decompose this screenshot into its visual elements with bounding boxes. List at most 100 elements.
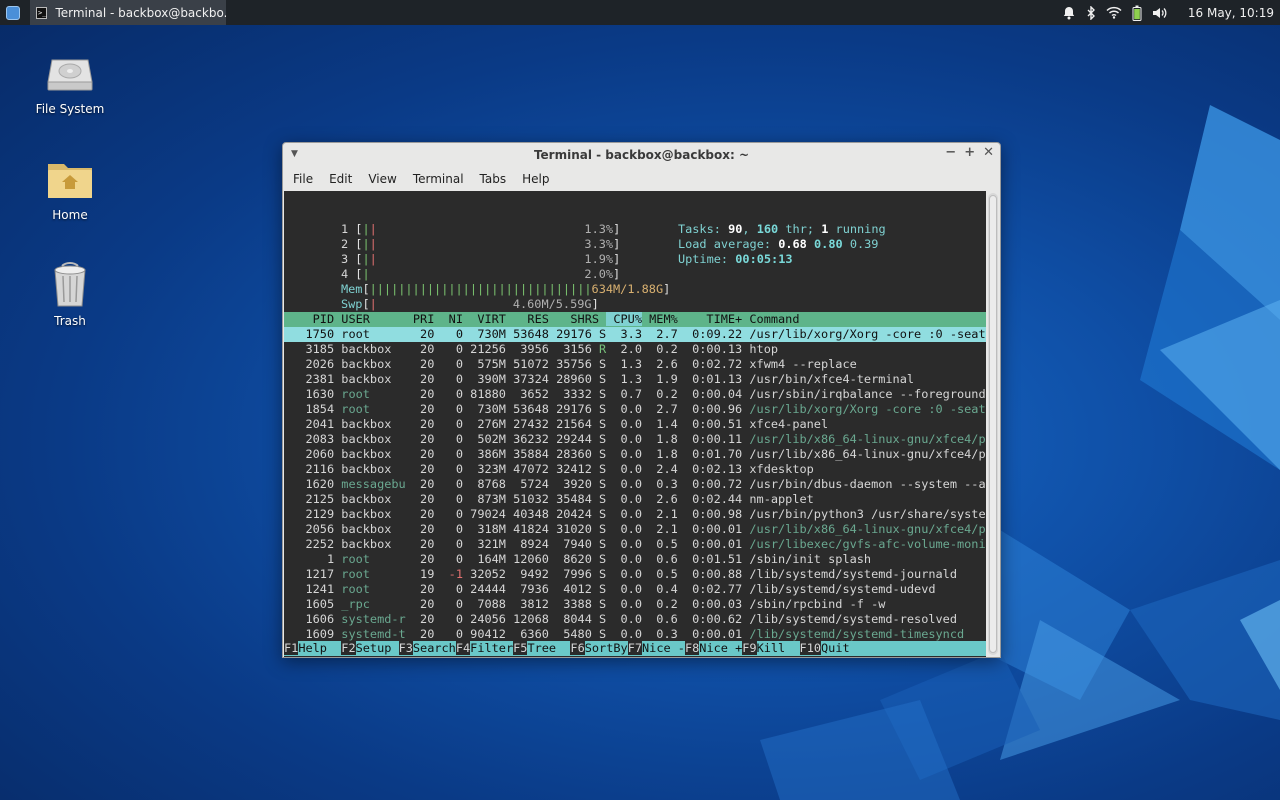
fkey-f9[interactable]: F9 [742,641,757,655]
column-header-time[interactable]: TIME+ [678,312,742,326]
column-header-mem[interactable]: MEM% [642,312,678,326]
maximize-icon[interactable]: + [964,145,975,160]
fkey-label[interactable]: Tree [527,641,570,655]
column-header-pri[interactable]: PRI [406,312,434,326]
memory-meter: Mem[|||||||||||||||||||||||||||||||634M/… [340,282,671,296]
process-row[interactable]: 1606 systemd-r 20 0 24056 12068 8044 S 0… [284,612,986,627]
cpu-meter: 2 [|| 3.3%] [340,237,621,251]
process-row[interactable]: 1620 messagebu 20 0 8768 5724 3920 S 0.0… [284,477,986,492]
trash-icon [54,262,86,307]
wifi-icon[interactable] [1106,6,1122,19]
desktop-icon-trash[interactable]: Trash [20,262,120,328]
fkey-f7[interactable]: F7 [627,641,643,655]
clock[interactable]: 16 May, 10:19 [1188,6,1274,20]
process-row[interactable]: 3185 backbox 20 0 21256 3956 3156 R 2.0 … [284,342,986,357]
fkey-f1[interactable]: F1 [284,641,299,655]
fkey-label[interactable]: Filter [470,641,513,655]
fkey-label[interactable]: Kill [757,641,800,655]
terminal-window: ▼ Terminal - backbox@backbox: ~ − + ✕ Fi… [282,142,1001,658]
fkey-f5[interactable]: F5 [513,641,528,655]
process-row[interactable]: 1605 _rpc 20 0 7088 3812 3388 S 0.0 0.2 … [284,597,986,612]
notification-icon[interactable] [1062,6,1076,20]
process-row[interactable]: 2056 backbox 20 0 318M 41824 31020 S 0.0… [284,522,986,537]
home-folder-icon [48,164,92,198]
column-header-virt[interactable]: VIRT [463,312,506,326]
fkey-label[interactable]: Help [298,641,341,655]
process-row[interactable]: 1609 systemd-t 20 0 90412 6360 5480 S 0.… [284,627,986,642]
menu-file[interactable]: File [285,172,321,186]
desktop-icon-label: Home [52,208,88,222]
uptime: Uptime: 00:05:13 [677,252,793,266]
process-row[interactable]: 2381 backbox 20 0 390M 37324 28960 S 1.3… [284,372,986,387]
fkey-label[interactable]: Nice + [699,641,742,655]
column-header-res[interactable]: RES [506,312,548,326]
fkey-label[interactable]: SortBy [585,641,628,655]
process-row[interactable]: 1630 root 20 0 81880 3652 3332 S 0.7 0.2… [284,387,986,402]
minimize-icon[interactable]: − [945,145,956,160]
applications-menu-icon[interactable] [6,5,20,20]
menu-tabs[interactable]: Tabs [472,172,515,186]
bluetooth-icon[interactable] [1086,5,1096,20]
process-row[interactable]: 2252 backbox 20 0 321M 8924 7940 S 0.0 0… [284,537,986,552]
fkey-f2[interactable]: F2 [341,641,356,655]
column-header-s[interactable]: S [592,312,606,326]
scrollbar[interactable] [988,193,998,655]
top-panel: >_ Terminal - backbox@backbo... 16 May, … [0,0,1280,25]
window-titlebar[interactable]: ▼ Terminal - backbox@backbox: ~ − + ✕ [283,143,1000,167]
process-row[interactable]: 1241 root 20 0 24444 7936 4012 S 0.0 0.4… [284,582,986,597]
scrollbar-thumb[interactable] [989,195,997,653]
terminal-icon: >_ [36,6,48,19]
window-title: Terminal - backbox@backbox: ~ [533,148,750,162]
process-row[interactable]: 2060 backbox 20 0 386M 35884 28360 S 0.0… [284,447,986,462]
column-header-shr[interactable]: SHR [549,312,591,326]
desktop-icon-home[interactable]: Home [20,158,120,222]
column-header-pid[interactable]: PID [284,312,335,326]
process-row[interactable]: 2026 backbox 20 0 575M 51072 35756 S 1.3… [284,357,986,372]
tasks-summary: Tasks: 90, 160 thr; 1 running [677,222,886,236]
taskbar-terminal-button[interactable]: >_ Terminal - backbox@backbo... [30,0,226,25]
window-menu-icon[interactable]: ▼ [291,149,298,159]
fkey-f3[interactable]: F3 [398,641,413,655]
menu-terminal[interactable]: Terminal [405,172,472,186]
fkey-f4[interactable]: F4 [455,641,471,655]
fkey-f10[interactable]: F10 [799,641,822,655]
process-row[interactable]: 2041 backbox 20 0 276M 27432 21564 S 0.0… [284,417,986,432]
close-icon[interactable]: ✕ [983,145,994,160]
terminal-area[interactable]: 1 [|| 1.3%] 2 [|| 3.3%] 3 [|| 1.9%] 4 [| [284,191,986,657]
fkey-label[interactable]: Search [413,641,456,655]
column-header-command[interactable]: Command [742,312,799,326]
column-header-cpu[interactable]: CPU% [606,312,642,326]
menu-help[interactable]: Help [514,172,557,186]
menu-view[interactable]: View [360,172,404,186]
desktop-icon-file-system[interactable]: File System [20,52,120,116]
battery-icon[interactable] [1132,5,1142,21]
process-row[interactable]: 2083 backbox 20 0 502M 36232 29244 S 0.0… [284,432,986,447]
desktop-icon-label: File System [35,102,105,116]
cpu-meter: 4 [| 2.0%] [340,267,621,281]
process-row[interactable]: 1217 root 19 -1 32052 9492 7996 S 0.0 0.… [284,567,986,582]
column-header-ni[interactable]: NI [434,312,463,326]
process-row[interactable]: 1750 root 20 0 730M 53648 29176 S 3.3 2.… [284,327,986,342]
volume-icon[interactable] [1152,6,1168,20]
fkey-f8[interactable]: F8 [684,641,700,655]
system-tray: 16 May, 10:19 [1062,0,1280,25]
menu-edit[interactable]: Edit [321,172,360,186]
taskbar-title: Terminal - backbox@backbo... [55,5,226,20]
process-table-header[interactable]: PID USER PRI NI VIRT RES SHRS CPU% MEM% … [284,312,986,327]
swap-meter: Swp[| 4.60M/5.59G] [340,297,599,311]
drive-icon [47,59,93,91]
process-row[interactable]: 2116 backbox 20 0 323M 47072 32412 S 0.0… [284,462,986,477]
process-row[interactable]: 2125 backbox 20 0 873M 51032 35484 S 0.0… [284,492,986,507]
fkey-label[interactable]: Setup [356,641,399,655]
fkey-label[interactable]: Quit [821,641,864,655]
process-row[interactable]: 1854 root 20 0 730M 53648 29176 S 0.0 2.… [284,402,986,417]
column-header-user[interactable]: USER [334,312,406,326]
cpu-meter: 1 [|| 1.3%] [340,222,621,236]
cpu-meter: 3 [|| 1.9%] [340,252,621,266]
fkey-f6[interactable]: F6 [570,641,585,655]
process-row[interactable]: 1 root 20 0 164M 12060 8620 S 0.0 0.6 0:… [284,552,986,567]
load-average: Load average: 0.68 0.80 0.39 [677,237,879,251]
process-row[interactable]: 2129 backbox 20 0 79024 40348 20424 S 0.… [284,507,986,522]
fkey-label[interactable]: Nice - [642,641,685,655]
desktop-icon-label: Trash [54,314,86,328]
